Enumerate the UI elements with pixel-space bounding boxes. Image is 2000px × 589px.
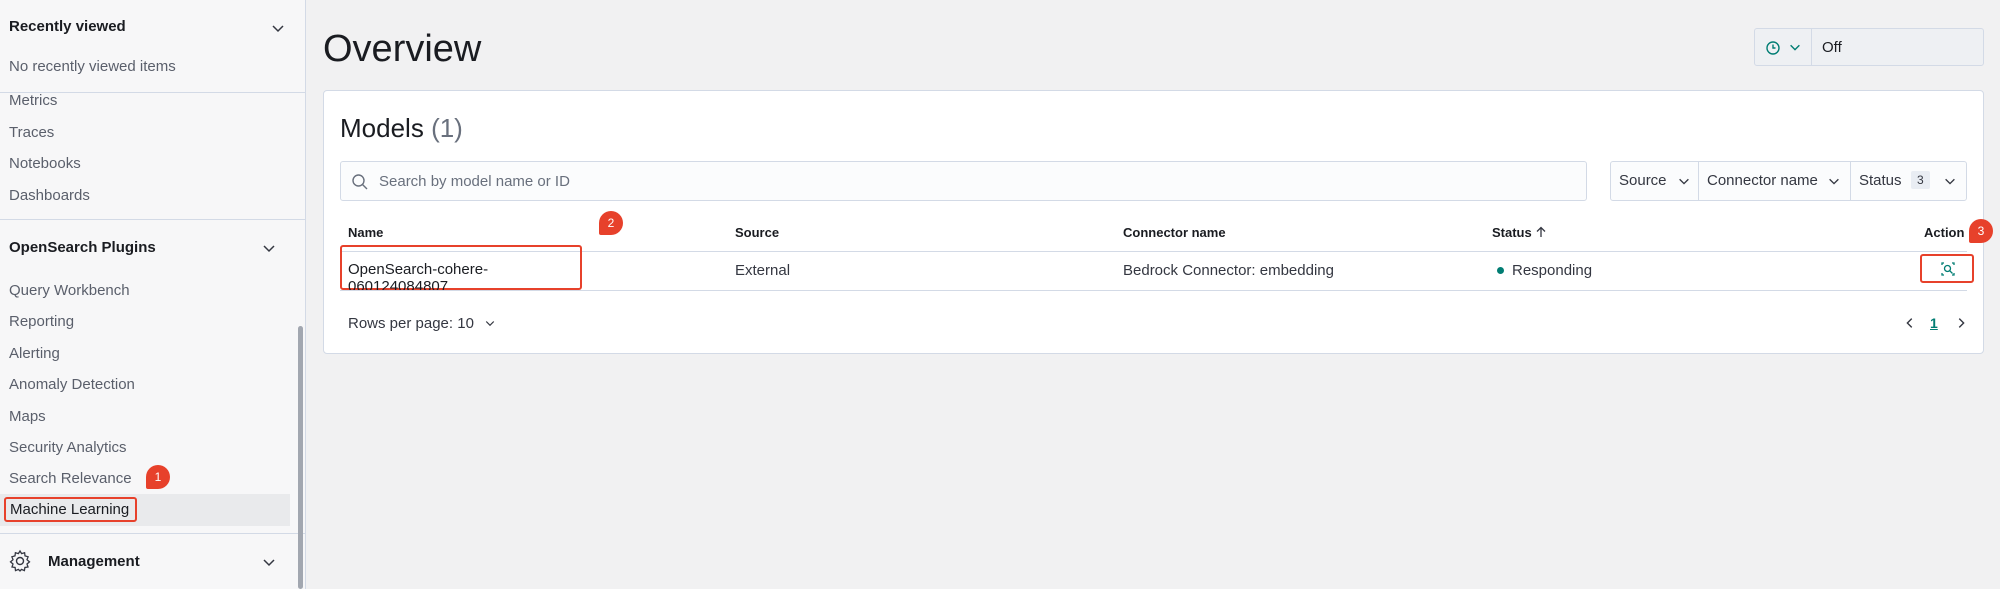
- clock-icon[interactable]: [1765, 40, 1781, 56]
- rows-per-page-button[interactable]: Rows per page: 10: [348, 315, 496, 332]
- chevron-right-icon[interactable]: [1954, 316, 1968, 330]
- sidebar-item-traces[interactable]: Traces: [9, 124, 54, 141]
- sidebar-item-security-analytics[interactable]: Security Analytics: [9, 439, 127, 456]
- refresh-interval-value[interactable]: Off: [1822, 39, 1842, 56]
- status-filter-label: Status: [1859, 172, 1902, 189]
- status-filter-button[interactable]: Status 3: [1851, 162, 1966, 200]
- sidebar-item-reporting[interactable]: Reporting: [9, 313, 74, 330]
- annotation-badge: 3: [1969, 219, 1993, 243]
- chevron-down-icon: [485, 321, 495, 327]
- opensearch-plugins-title[interactable]: OpenSearch Plugins: [9, 239, 156, 256]
- column-header-status-label: Status: [1492, 225, 1532, 240]
- sidebar: Recently viewed No recently viewed items…: [0, 0, 306, 589]
- sidebar-item-dashboards[interactable]: Dashboards: [9, 187, 90, 204]
- column-header-status[interactable]: Status: [1492, 225, 1547, 240]
- status-dot: [1497, 267, 1504, 274]
- annotation-badge: 1: [146, 465, 170, 489]
- inspect-icon[interactable]: [1940, 261, 1956, 277]
- sidebar-item-maps[interactable]: Maps: [9, 408, 46, 425]
- recently-viewed-empty: No recently viewed items: [9, 58, 176, 75]
- search-field[interactable]: [340, 161, 1587, 201]
- column-header-connector[interactable]: Connector name: [1123, 225, 1226, 240]
- sidebar-item-search-relevance[interactable]: Search Relevance: [9, 470, 132, 487]
- column-header-name[interactable]: Name: [348, 225, 383, 240]
- chevron-left-icon[interactable]: [1903, 316, 1917, 330]
- filter-group: Source Connector name Status 3: [1610, 161, 1967, 201]
- chevron-down-icon: [1945, 178, 1955, 185]
- view-model-button[interactable]: [1920, 254, 1974, 283]
- recently-viewed-title[interactable]: Recently viewed: [9, 18, 126, 35]
- rows-per-page-label: Rows per page: 10: [348, 315, 474, 332]
- status-filter-count: 3: [1911, 171, 1930, 189]
- table-row-divider: [340, 290, 1967, 291]
- search-icon: [352, 174, 368, 190]
- model-name-link[interactable]: OpenSearch-cohere-060124084807: [340, 245, 582, 295]
- sort-ascending-icon: [1536, 226, 1546, 237]
- divider: [0, 219, 305, 220]
- chevron-down-icon[interactable]: [261, 240, 277, 256]
- models-panel: Models (1) Source Connector name Status …: [323, 90, 1993, 354]
- sidebar-scrollbar[interactable]: [298, 326, 303, 589]
- chevron-down-icon[interactable]: [261, 554, 277, 570]
- models-title-text: Models: [340, 113, 424, 143]
- sidebar-item-anomaly-detection[interactable]: Anomaly Detection: [9, 376, 135, 393]
- page-title: Overview: [323, 28, 482, 70]
- refresh-interval-picker[interactable]: Off: [1754, 28, 1984, 66]
- divider: [1811, 29, 1812, 65]
- divider: [0, 533, 305, 534]
- sidebar-item-alerting[interactable]: Alerting: [9, 345, 60, 362]
- connector-filter-label: Connector name: [1707, 172, 1818, 189]
- sidebar-item-machine-learning[interactable]: Machine Learning: [4, 497, 137, 522]
- chevron-down-icon: [1829, 178, 1839, 185]
- connector-filter-button[interactable]: Connector name: [1699, 162, 1851, 200]
- table-header-divider: [340, 251, 1967, 252]
- management-title[interactable]: Management: [48, 553, 140, 570]
- source-filter-button[interactable]: Source: [1611, 162, 1699, 200]
- page-number[interactable]: 1: [1930, 315, 1938, 331]
- model-status: Responding: [1512, 262, 1593, 279]
- source-filter-label: Source: [1619, 172, 1667, 189]
- sidebar-item-query-workbench[interactable]: Query Workbench: [9, 282, 130, 299]
- model-connector: Bedrock Connector: embedding: [1123, 262, 1334, 279]
- chevron-down-icon[interactable]: [270, 20, 286, 36]
- column-header-source[interactable]: Source: [735, 225, 779, 240]
- search-input[interactable]: [379, 170, 1569, 192]
- sidebar-item-metrics[interactable]: Metrics: [9, 92, 57, 109]
- model-source: External: [735, 262, 791, 279]
- chevron-down-icon: [1679, 178, 1689, 185]
- annotation-badge: 2: [599, 211, 623, 235]
- column-header-action: Action: [1924, 225, 1965, 240]
- gear-icon: [9, 549, 31, 572]
- chevron-down-icon[interactable]: [1788, 40, 1802, 54]
- models-title: Models (1): [340, 113, 463, 144]
- sidebar-item-notebooks[interactable]: Notebooks: [9, 155, 81, 172]
- models-count: (1): [431, 113, 463, 143]
